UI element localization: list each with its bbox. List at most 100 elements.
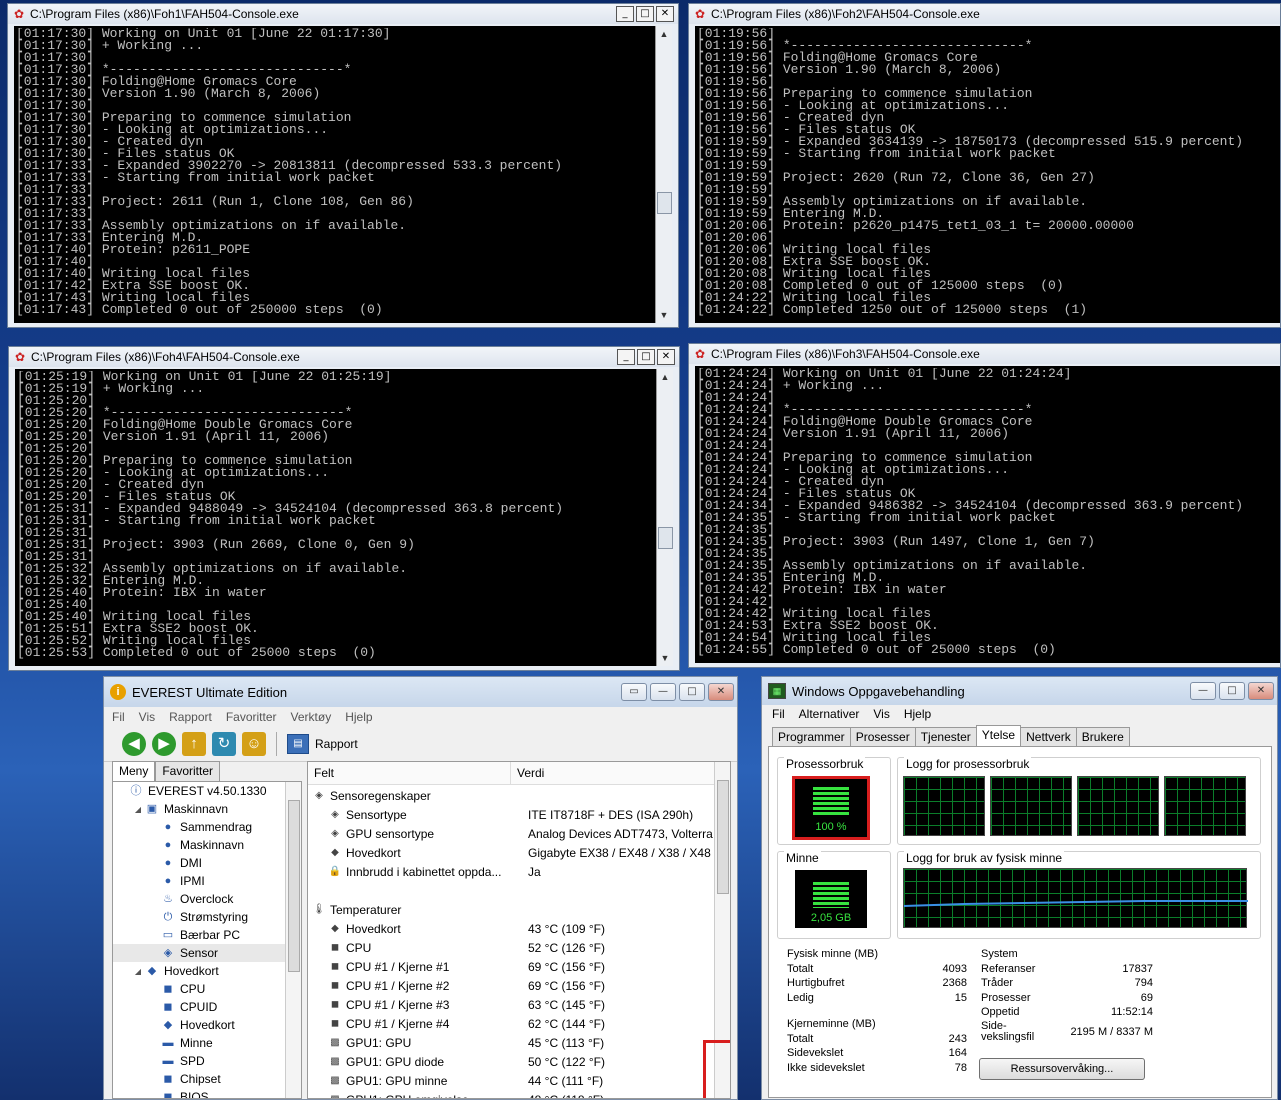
menu-item[interactable]: Vis (873, 707, 889, 721)
table-row[interactable]: ◼ CPU 52 °C (126 °F) (308, 938, 714, 957)
title-bar[interactable]: ▦ Windows Oppgavebehandling — □ ✕ (762, 677, 1277, 705)
refresh-icon[interactable]: ↻ (212, 732, 236, 756)
minimize-button[interactable]: _ (617, 349, 635, 365)
vertical-scrollbar[interactable]: ▲ ▼ (656, 369, 673, 666)
table-row[interactable]: ◼ CPU #1 / Kjerne #1 69 °C (156 °F) (308, 957, 714, 976)
menu-item[interactable]: Rapport (169, 710, 212, 724)
menu-item[interactable]: Hjelp (904, 707, 931, 721)
tree-item[interactable]: ◼ CPU (113, 980, 301, 998)
users-icon[interactable]: ☺ (242, 732, 266, 756)
minimize-button[interactable]: — (650, 683, 676, 701)
collapse-icon[interactable]: ◢ (133, 805, 143, 814)
tab-programmer[interactable]: Programmer (772, 727, 851, 748)
menu-item[interactable]: Fil (112, 710, 125, 724)
vertical-scrollbar[interactable]: ▲ ▼ (655, 26, 672, 323)
task-manager-window[interactable]: ▦ Windows Oppgavebehandling — □ ✕ Fil Al… (761, 676, 1278, 1100)
tab-tjenester[interactable]: Tjenester (914, 727, 977, 748)
scroll-down-icon[interactable]: ▼ (656, 307, 672, 323)
tab-ytelse[interactable]: Ytelse (975, 725, 1022, 748)
console-window-foh2[interactable]: ✿ C:\Program Files (x86)\Foh2\FAH504-Con… (688, 3, 1281, 328)
table-row[interactable]: ▩ GPU1: GPU omgivelse 48 °C (118 °F) (308, 1090, 714, 1099)
scroll-down-icon[interactable]: ▼ (657, 650, 673, 666)
tree-item[interactable]: ▬ Minne (113, 1034, 301, 1052)
group-row[interactable]: ◈ Sensoregenskaper (308, 786, 714, 805)
tree-item[interactable]: ◼ BIOS (113, 1088, 301, 1098)
title-bar[interactable]: ✿ C:\Program Files (x86)\Foh3\FAH504-Con… (689, 344, 1280, 364)
table-row[interactable]: ◆ Hovedkort 43 °C (109 °F) (308, 919, 714, 938)
scroll-thumb[interactable] (717, 780, 729, 894)
close-button[interactable]: ✕ (1248, 682, 1274, 700)
maximize-button[interactable]: □ (636, 6, 654, 22)
left-tabs: Meny Favoritter (112, 761, 302, 781)
maximize-button[interactable]: □ (679, 683, 705, 701)
menu-item[interactable]: Favoritter (226, 710, 277, 724)
title-bar[interactable]: i EVEREST Ultimate Edition ▭ — □ ✕ (104, 677, 737, 707)
title-bar[interactable]: ✿ C:\Program Files (x86)\Foh4\FAH504-Con… (9, 347, 679, 367)
column-header-field[interactable]: Felt (308, 762, 511, 784)
title-bar[interactable]: ✿ C:\Program Files (x86)\Foh1\FAH504-Con… (8, 4, 678, 24)
tab-meny[interactable]: Meny (112, 761, 156, 781)
table-row[interactable]: ◼ CPU #1 / Kjerne #2 69 °C (156 °F) (308, 976, 714, 995)
table-row[interactable]: ◼ CPU #1 / Kjerne #4 62 °C (144 °F) (308, 1014, 714, 1033)
menu-item[interactable]: Hjelp (345, 710, 372, 724)
close-button[interactable]: ✕ (708, 683, 734, 701)
scroll-thumb[interactable] (658, 527, 673, 549)
restore-icon[interactable]: ▭ (621, 683, 647, 701)
scroll-up-icon[interactable]: ▲ (656, 26, 672, 42)
tree-item[interactable]: ● Maskinnavn (113, 836, 301, 854)
menu-item[interactable]: Vis (139, 710, 155, 724)
console-window-foh4[interactable]: ✿ C:\Program Files (x86)\Foh4\FAH504-Con… (8, 346, 680, 671)
tree-item[interactable]: ▭ Bærbar PC (113, 926, 301, 944)
report-button[interactable]: ▤ Rapport (287, 734, 358, 754)
console-window-foh1[interactable]: ✿ C:\Program Files (x86)\Foh1\FAH504-Con… (7, 3, 679, 328)
console-window-foh3[interactable]: ✿ C:\Program Files (x86)\Foh3\FAH504-Con… (688, 343, 1281, 668)
maximize-button[interactable]: □ (1219, 682, 1245, 700)
table-row[interactable]: ▩ GPU1: GPU 45 °C (113 °F) (308, 1033, 714, 1052)
tree-item[interactable]: ◆ Hovedkort (113, 1016, 301, 1034)
menu-item[interactable]: Alternativer (799, 707, 860, 721)
tree-item[interactable]: ◢ ◆ Hovedkort (113, 962, 301, 980)
group-row[interactable]: 🌡 Temperaturer (308, 900, 714, 919)
table-row[interactable]: ◈ GPU sensortype Analog Devices ADT7473, V… (308, 824, 714, 843)
tree-item[interactable]: ● IPMI (113, 872, 301, 890)
table-row[interactable]: ◼ CPU #1 / Kjerne #3 63 °C (145 °F) (308, 995, 714, 1014)
tab-prosesser[interactable]: Prosesser (849, 727, 916, 748)
tab-favoritter[interactable]: Favoritter (155, 761, 221, 781)
tab-nettverk[interactable]: Nettverk (1020, 727, 1077, 748)
tree-item[interactable]: ◼ CPUID (113, 998, 301, 1016)
table-row[interactable]: 🔒 Innbrudd i kabinettet oppda... Ja (308, 862, 714, 881)
tree-item[interactable]: ◼ Chipset (113, 1070, 301, 1088)
scroll-thumb[interactable] (288, 800, 300, 972)
up-folder-icon[interactable]: ↑ (182, 732, 206, 756)
menu-item[interactable]: Verktøy (291, 710, 332, 724)
scroll-thumb[interactable] (657, 192, 672, 214)
minimize-button[interactable]: _ (616, 6, 634, 22)
tab-brukere[interactable]: Brukere (1075, 727, 1130, 748)
back-icon[interactable]: ◀ (122, 732, 146, 756)
table-row[interactable]: ◆ Hovedkort Gigabyte EX38 / EX48 / X38 / X… (308, 843, 714, 862)
tree-item[interactable]: ♨ Overclock (113, 890, 301, 908)
tree-item[interactable]: ● DMI (113, 854, 301, 872)
tree-item[interactable]: ⓘ EVEREST v4.50.1330 (113, 782, 301, 800)
collapse-icon[interactable]: ◢ (133, 967, 143, 976)
title-bar[interactable]: ✿ C:\Program Files (x86)\Foh2\FAH504-Con… (689, 4, 1280, 24)
table-row[interactable]: ◈ Sensortype ITE IT8718F + DES (ISA 290h) (308, 805, 714, 824)
minimize-button[interactable]: — (1190, 682, 1216, 700)
everest-window[interactable]: i EVEREST Ultimate Edition ▭ — □ ✕ Fil V… (103, 676, 738, 1100)
tree-item[interactable]: ◢ ▣ Maskinnavn (113, 800, 301, 818)
tree-item[interactable]: ▬ SPD (113, 1052, 301, 1070)
table-row[interactable]: ▩ GPU1: GPU diode 50 °C (122 °F) (308, 1052, 714, 1071)
tree-item[interactable]: ◈ Sensor (113, 944, 301, 962)
menu-item[interactable]: Fil (772, 707, 785, 721)
maximize-button[interactable]: □ (637, 349, 655, 365)
tree-item[interactable]: ● Sammendrag (113, 818, 301, 836)
resource-monitor-button[interactable]: Ressursovervåking... (979, 1058, 1145, 1080)
tree-item[interactable]: ⏻ Strømstyring (113, 908, 301, 926)
column-header-value[interactable]: Verdi (511, 762, 550, 784)
tree-scrollbar[interactable] (285, 782, 301, 1098)
forward-icon[interactable]: ▶ (152, 732, 176, 756)
scroll-up-icon[interactable]: ▲ (657, 369, 673, 385)
close-button[interactable]: ✕ (657, 349, 675, 365)
table-row[interactable]: ▩ GPU1: GPU minne 44 °C (111 °F) (308, 1071, 714, 1090)
close-button[interactable]: ✕ (656, 6, 674, 22)
